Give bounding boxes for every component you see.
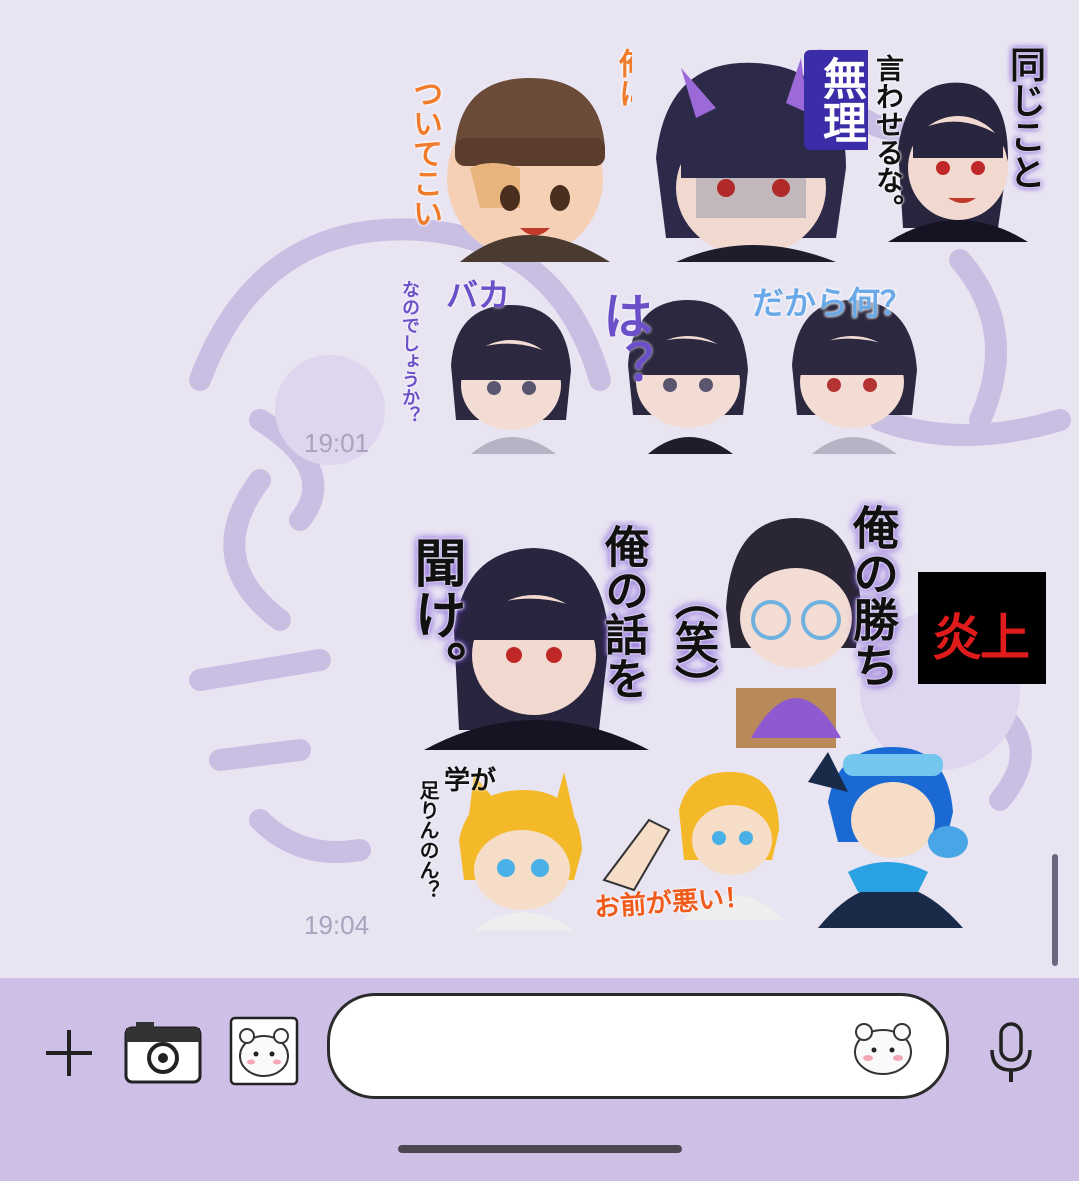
chat-scrollbar[interactable]: [1052, 854, 1058, 966]
hamster-sticker-icon[interactable]: [229, 1016, 299, 1086]
plus-icon[interactable]: [44, 1028, 94, 1078]
sticker-blue-boy[interactable]: [788, 732, 984, 928]
microphone-icon[interactable]: [986, 1022, 1036, 1084]
sticker-lacking-education[interactable]: 学が 足りんのん？: [414, 760, 590, 930]
message-input[interactable]: [327, 993, 949, 1099]
sticker-text: （笑）: [667, 576, 718, 708]
message-timestamp: 19:01: [304, 428, 370, 458]
sticker-listen[interactable]: 聞け。 俺の話を: [394, 520, 656, 750]
sticker-text: ついてこい: [407, 78, 442, 228]
sticker-so-what[interactable]: だから何？: [752, 270, 952, 454]
camera-icon[interactable]: [124, 1018, 202, 1084]
sticker-text: なのでしょうか？: [399, 280, 420, 424]
message-timestamp: 19:04: [304, 910, 370, 940]
sticker-text: 足りんのん？: [416, 780, 440, 900]
sticker-i-win[interactable]: （笑） 俺の勝ち: [656, 498, 914, 766]
sticker-follow-me[interactable]: 俺に ついてこい: [400, 38, 632, 262]
hamster-emoji-icon[interactable]: [850, 1016, 916, 1078]
sticker-are-you-stupid[interactable]: バカ なのでしょうか？: [396, 270, 588, 454]
sticker-huh[interactable]: は？: [588, 270, 770, 454]
sticker-text: 無理: [804, 50, 868, 150]
sticker-text: 俺の勝ち: [846, 504, 900, 688]
sticker-text: 俺の話を: [597, 524, 648, 700]
sticker-text: 炎上: [932, 609, 1030, 667]
home-indicator[interactable]: [398, 1145, 682, 1153]
sticker-flame[interactable]: 炎上: [918, 572, 1046, 684]
sticker-dont-repeat[interactable]: 同じこと 言わせるな。: [868, 38, 1048, 242]
chat-area[interactable]: 俺に ついてこい 無理 同じこと 言わせるな。 バカ なのでしょうか？ は？ だ…: [0, 0, 1079, 978]
sticker-text: 聞け。: [405, 536, 465, 692]
sticker-your-fault[interactable]: お前が悪い！: [594, 760, 794, 930]
sticker-text: は？: [595, 290, 653, 390]
sticker-text: 学が: [444, 766, 497, 796]
sticker-text: バカ: [446, 276, 511, 314]
sticker-impossible[interactable]: 無理: [636, 38, 868, 262]
sticker-text: 同じこと: [1004, 46, 1045, 190]
sticker-text: だから何？: [752, 284, 913, 322]
sticker-text: 俺に: [613, 48, 632, 108]
sticker-art-blue-boy-with-bird: [808, 747, 968, 928]
sticker-text: 言わせるな。: [872, 54, 905, 222]
